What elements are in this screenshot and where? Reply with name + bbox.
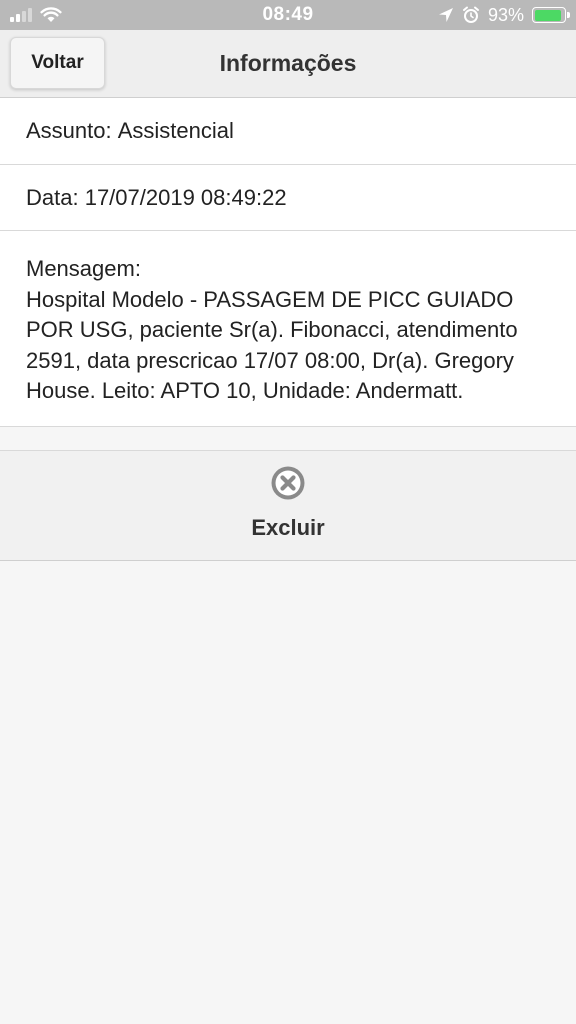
back-button[interactable]: Voltar xyxy=(10,37,105,89)
subject-row: Assunto: Assistencial xyxy=(0,98,576,165)
subject-label: Assunto: xyxy=(26,118,118,143)
battery-percent: 93% xyxy=(487,4,524,25)
info-list: Assunto: Assistencial Data: 17/07/2019 0… xyxy=(0,98,576,427)
message-text: Hospital Modelo - PASSAGEM DE PICC GUIAD… xyxy=(26,286,518,404)
status-bar: 08:49 93% xyxy=(0,0,576,30)
battery-level xyxy=(534,9,562,21)
delete-button[interactable]: Excluir xyxy=(0,450,576,561)
alarm-icon xyxy=(462,6,479,23)
location-arrow-icon xyxy=(438,8,453,22)
subject-value: Assistencial xyxy=(117,118,234,143)
status-right-group: 93% xyxy=(438,0,570,30)
date-value: 17/07/2019 08:49:22 xyxy=(84,184,287,210)
delete-label: Excluir xyxy=(251,515,325,540)
message-row: Mensagem: Hospital Modelo - PASSAGEM DE … xyxy=(0,231,576,427)
battery-tip xyxy=(567,12,570,18)
date-row: Data: 17/07/2019 08:49:22 xyxy=(0,165,576,231)
battery-icon xyxy=(532,7,570,23)
message-label: Mensagem: xyxy=(26,256,141,281)
close-circle-icon xyxy=(271,466,305,500)
date-label: Data: xyxy=(26,184,85,210)
nav-header: Voltar Informações xyxy=(0,30,576,98)
